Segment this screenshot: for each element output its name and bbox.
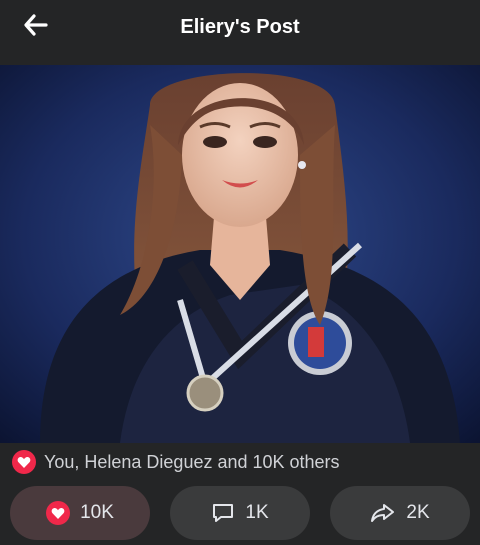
share-button[interactable]: 2K (330, 486, 470, 540)
arrow-left-icon (24, 14, 48, 36)
post-actions: 10K 1K 2K (10, 486, 470, 540)
share-icon (371, 504, 395, 522)
back-button[interactable] (20, 10, 52, 40)
comment-icon (213, 504, 234, 522)
share-count: 2K (406, 502, 430, 523)
heart-icon (12, 450, 36, 474)
post-photo[interactable] (0, 65, 480, 443)
graduation-portrait-image (0, 65, 480, 443)
reactions-text: You, Helena Dieguez and 10K others (44, 451, 340, 472)
heart-icon (46, 501, 71, 525)
page-title: Eliery's Post (180, 16, 300, 38)
like-button[interactable]: 10K (10, 486, 150, 540)
reactions-summary[interactable]: You, Helena Dieguez and 10K others (12, 449, 340, 475)
top-bar: Eliery's Post (0, 0, 480, 65)
like-count: 10K (80, 502, 114, 523)
comment-count: 1K (245, 502, 269, 523)
comment-button[interactable]: 1K (170, 486, 310, 540)
